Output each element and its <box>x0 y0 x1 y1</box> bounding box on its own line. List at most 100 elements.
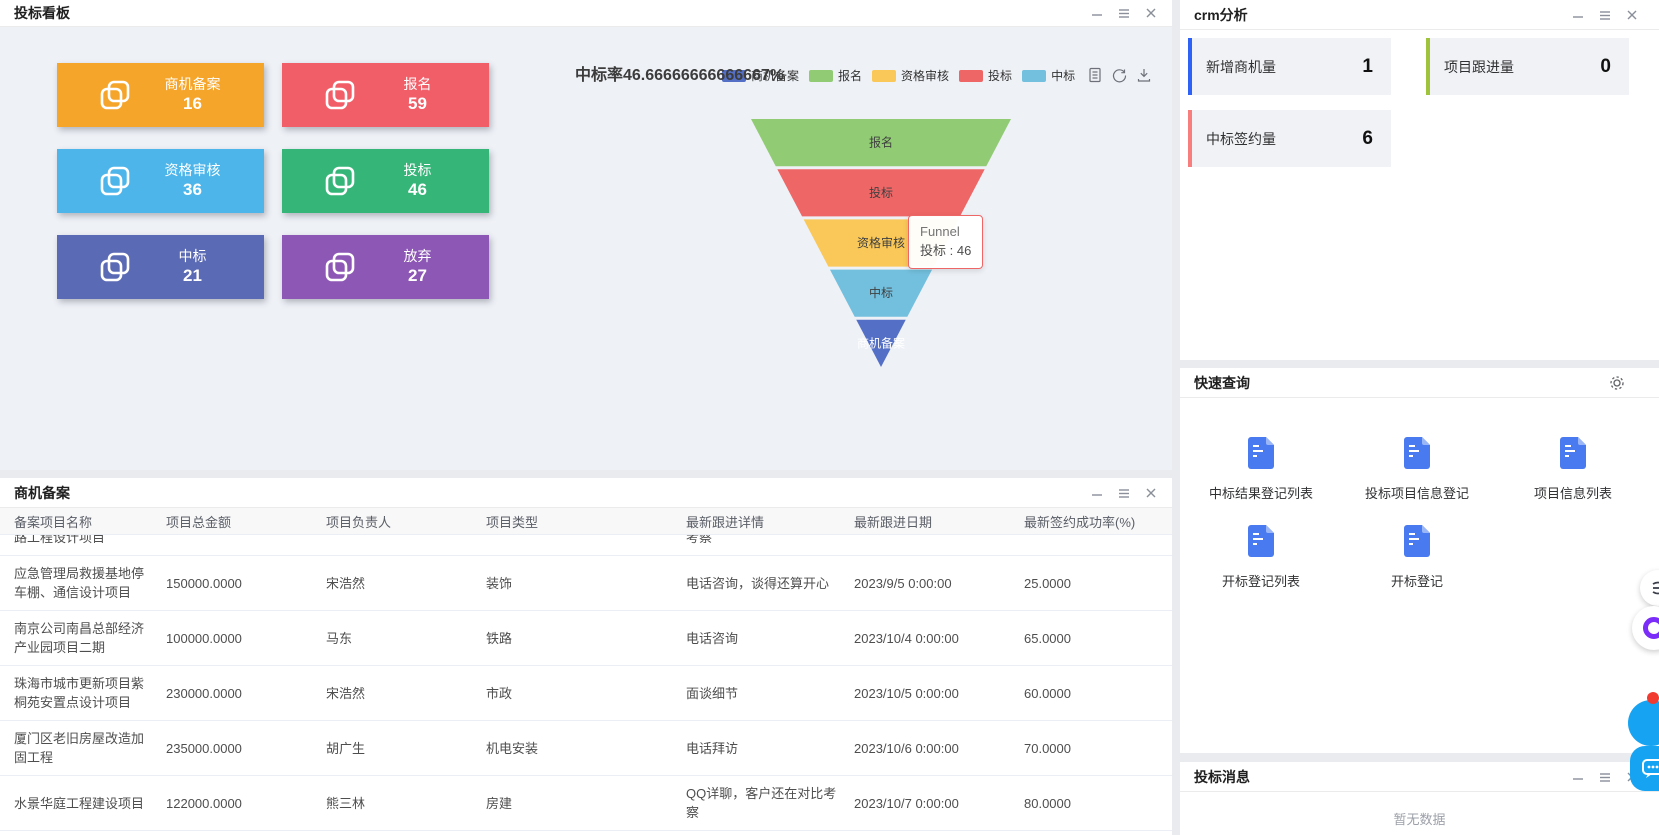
panel-title: 投标消息 <box>1194 767 1250 787</box>
quick-query-item[interactable]: 项目信息列表 <box>1498 436 1648 502</box>
cell-success-rate: 80.0000 <box>1024 786 1158 821</box>
settings-button[interactable] <box>1609 375 1625 394</box>
empty-state-text: 暂无数据 <box>1180 792 1659 828</box>
cell-type: 房建 <box>486 786 686 821</box>
close-icon <box>1145 487 1157 499</box>
quick-query-item[interactable]: 中标结果登记列表 <box>1186 436 1336 502</box>
close-button[interactable] <box>1144 6 1158 20</box>
legend-item[interactable]: 中标 <box>1022 67 1075 84</box>
column-header: 备案项目名称 <box>14 512 166 531</box>
funnel-segment-label: 商机备案 <box>857 335 905 350</box>
cell-follow-date: 2023/10/5 0:00:00 <box>854 676 1024 711</box>
legend-label: 资格审核 <box>901 67 949 84</box>
funnel-chart[interactable]: 报名投标资格审核中标商机备案 <box>0 27 1172 470</box>
column-header: 项目负责人 <box>326 512 486 531</box>
cell-project-name: 应急管理局救援基地停车棚、通信设计项目 <box>14 556 166 610</box>
table-row[interactable]: 水景华庭工程建设项目 122000.0000 熊三林 房建 QQ详聊，客户还在对… <box>0 776 1172 831</box>
table-body: 应急管理局救援基地停车棚、通信设计项目 150000.0000 宋浩然 装饰 电… <box>0 556 1172 831</box>
data-view-button[interactable] <box>1087 67 1103 87</box>
data-view-icon <box>1087 67 1103 84</box>
table-row[interactable]: 厦门区老旧房屋改造加固工程 235000.0000 胡广生 机电安装 电话拜访 … <box>0 721 1172 776</box>
cell-follow-detail: 电话拜访 <box>686 731 854 766</box>
table-row[interactable]: 南京公司南昌总部经济产业园项目二期 100000.0000 马东 铁路 电话咨询… <box>0 611 1172 666</box>
bidding-board-body: 商机备案 16 报名 59 资格审核 36 <box>0 27 1172 470</box>
cell-amount: 235000.0000 <box>166 731 326 766</box>
funnel-segment-label: 资格审核 <box>857 235 905 250</box>
cell-follow-date: 2023/10/7 0:00:00 <box>854 786 1024 821</box>
document-icon <box>1246 524 1276 558</box>
document-icon <box>1558 436 1588 470</box>
close-icon <box>1626 9 1638 21</box>
legend-label: 中标 <box>1051 67 1075 84</box>
cell-follow-detail: 电话咨询 <box>686 621 854 656</box>
cell-amount: 230000.0000 <box>166 676 326 711</box>
crm-stat-card: 项目跟进量 0 <box>1426 38 1629 95</box>
funnel-segment-label: 中标 <box>869 285 893 300</box>
cell-follow-date: 2023/10/4 0:00:00 <box>854 621 1024 656</box>
cell-project-name: 珠海市城市更新项目紫桐苑安置点设计项目 <box>14 666 166 720</box>
chart-tooltip: Funnel 投标 : 46 <box>908 215 983 269</box>
crm-stat-card: 新增商机量 1 <box>1188 38 1391 95</box>
panel-title: 投标看板 <box>14 3 70 23</box>
tooltip-series: Funnel <box>920 223 971 241</box>
document-icon <box>1402 524 1432 558</box>
legend-item[interactable]: 报名 <box>809 67 862 84</box>
minimize-button[interactable] <box>1571 8 1585 22</box>
chart-toolbox <box>1087 67 1152 87</box>
document-icon <box>1246 436 1276 470</box>
crm-stat-card: 中标签约量 6 <box>1188 110 1391 167</box>
cell-success-rate: 25.0000 <box>1024 566 1158 601</box>
document-icon <box>1402 436 1432 470</box>
legend-item[interactable]: 资格审核 <box>872 67 949 84</box>
floating-chat-button[interactable] <box>1630 746 1659 791</box>
cell-project-name: 水景华庭工程建设项目 <box>14 786 166 821</box>
purple-ring-icon <box>1643 617 1659 639</box>
cell-detail: 考察 <box>686 535 854 546</box>
table-row[interactable]: 珠海市城市更新项目紫桐苑安置点设计项目 230000.0000 宋浩然 市政 面… <box>0 666 1172 721</box>
menu-button[interactable] <box>1117 6 1131 20</box>
column-header: 最新签约成功率(%) <box>1024 512 1158 531</box>
download-button[interactable] <box>1136 67 1152 87</box>
cell-follow-detail: QQ详聊，客户还在对比考察 <box>686 776 854 830</box>
cell-follow-detail: 电话咨询，谈得还算开心 <box>686 566 854 601</box>
bidding-board-panel: 投标看板 商机备案 16 报名 59 <box>0 0 1172 470</box>
menu-button[interactable] <box>1598 8 1612 22</box>
menu-button[interactable] <box>1117 486 1131 500</box>
quick-query-item[interactable]: 开标登记列表 <box>1186 524 1336 590</box>
minimize-button[interactable] <box>1571 770 1585 784</box>
legend-item[interactable]: 投标 <box>959 67 1012 84</box>
cell-project-name: 厦门区老旧房屋改造加固工程 <box>14 721 166 775</box>
legend-swatch <box>809 70 833 82</box>
opportunity-registry-panel: 商机备案 备案项目名称项目总金额项目负责人项目类型最新跟进详情最新跟进日期最新签… <box>0 478 1172 835</box>
crm-card-label: 中标签约量 <box>1206 129 1276 149</box>
cell-success-rate: 70.0000 <box>1024 731 1158 766</box>
cell-owner: 宋浩然 <box>326 566 486 601</box>
chat-icon <box>1640 756 1659 782</box>
cell-follow-date: 2023/10/6 0:00:00 <box>854 731 1024 766</box>
cell-owner: 熊三林 <box>326 786 486 821</box>
refresh-button[interactable] <box>1111 67 1128 87</box>
column-header: 最新跟进详情 <box>686 512 854 531</box>
cell-owner: 胡广生 <box>326 731 486 766</box>
quick-query-item[interactable]: 开标登记 <box>1342 524 1492 590</box>
close-button[interactable] <box>1144 486 1158 500</box>
menu-button[interactable] <box>1598 770 1612 784</box>
minimize-button[interactable] <box>1090 6 1104 20</box>
minimize-button[interactable] <box>1090 486 1104 500</box>
close-icon <box>1145 7 1157 19</box>
close-button[interactable] <box>1625 8 1639 22</box>
funnel-segment-label: 报名 <box>869 135 893 150</box>
cell-amount: 122000.0000 <box>166 786 326 821</box>
quick-query-label: 项目信息列表 <box>1498 483 1648 502</box>
minimize-icon <box>1572 771 1584 783</box>
table-row[interactable]: 应急管理局救援基地停车棚、通信设计项目 150000.0000 宋浩然 装饰 电… <box>0 556 1172 611</box>
crm-analysis-panel: crm分析 新增商机量 1 项目跟进量 0 中标签约量 6 <box>1180 0 1659 360</box>
bidding-board-header: 投标看板 <box>0 0 1172 27</box>
cell-name: 路工程设计项目 <box>14 535 166 546</box>
table-row-partial[interactable]: 路工程设计项目 考察 <box>0 535 1172 556</box>
cell-project-name: 南京公司南昌总部经济产业园项目二期 <box>14 611 166 665</box>
crm-card-value: 6 <box>1362 128 1373 150</box>
table-header-row: 备案项目名称项目总金额项目负责人项目类型最新跟进详情最新跟进日期最新签约成功率(… <box>0 508 1172 535</box>
quick-query-item[interactable]: 投标项目信息登记 <box>1342 436 1492 502</box>
tooltip-value: 投标 : 46 <box>920 241 971 261</box>
